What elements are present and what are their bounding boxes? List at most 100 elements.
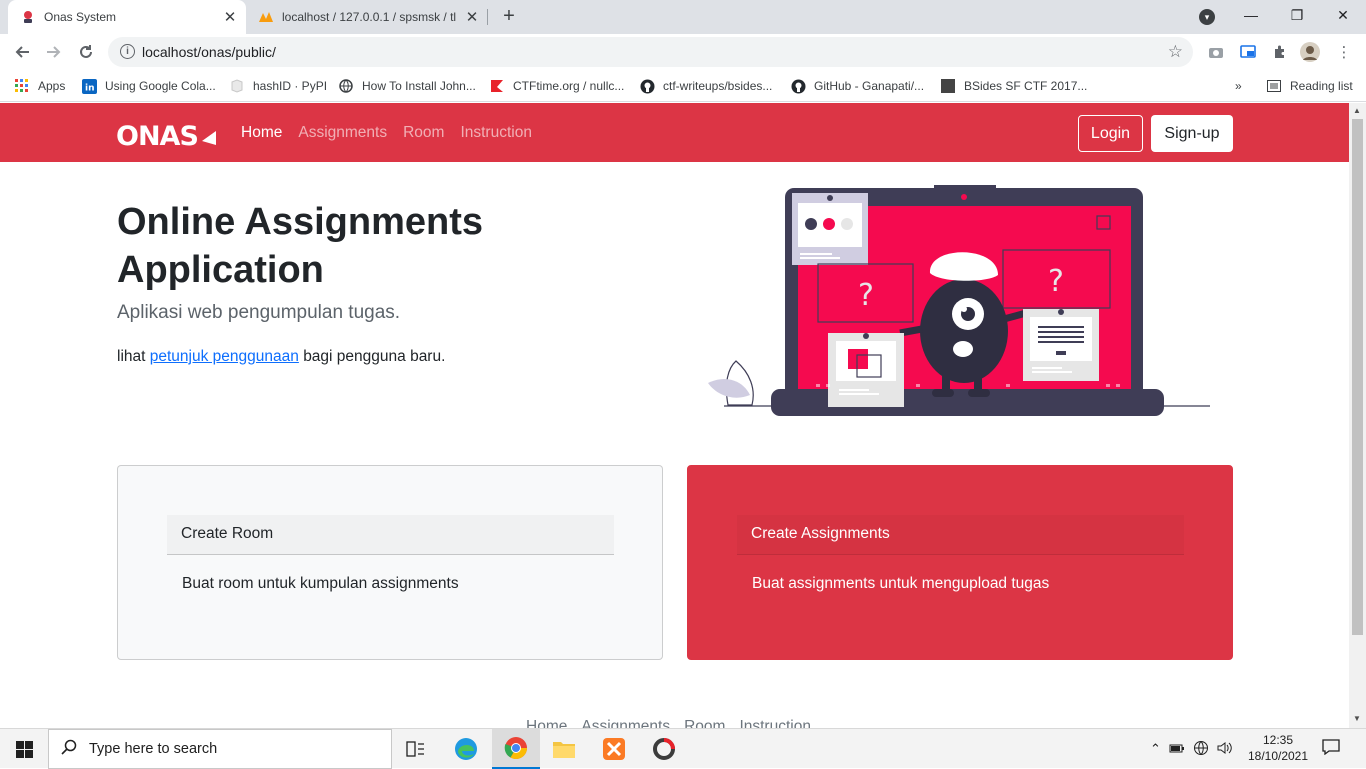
- taskbar-search-input[interactable]: Type here to search: [48, 729, 392, 769]
- bookmark-item[interactable]: ctf-writeups/bsides...: [639, 76, 772, 96]
- tab-strip: Onas System ✕ localhost / 127.0.0.1 / sp…: [0, 0, 1366, 34]
- bookmark-item[interactable]: CTFtime.org / nullc...: [489, 76, 624, 96]
- network-globe-icon[interactable]: [1193, 740, 1209, 759]
- nav-instruction[interactable]: Instruction: [460, 124, 532, 142]
- hero-illustration: ? ?: [706, 183, 1212, 423]
- xampp-icon: [603, 738, 625, 760]
- task-view-button[interactable]: [392, 729, 440, 769]
- bookmark-item[interactable]: in Using Google Cola...: [81, 76, 216, 96]
- pypi-icon: [229, 78, 245, 94]
- more-bookmarks-button[interactable]: »: [1235, 76, 1242, 96]
- tab-onas-system[interactable]: Onas System ✕: [8, 0, 246, 34]
- nav-assignments[interactable]: Assignments: [298, 124, 387, 142]
- bookmark-label: BSides SF CTF 2017...: [964, 79, 1088, 93]
- tab-phpmyadmin[interactable]: localhost / 127.0.0.1 / spsmsk / tl ✕: [250, 0, 488, 34]
- bookmark-item[interactable]: hashID · PyPI: [229, 76, 327, 96]
- scroll-down-icon[interactable]: ▼: [1353, 714, 1361, 723]
- profile-avatar[interactable]: [1300, 42, 1320, 62]
- window-controls: — ❐ ✕: [1228, 0, 1366, 34]
- hint-prefix: lihat: [117, 348, 146, 365]
- scroll-up-icon[interactable]: ▲: [1353, 106, 1361, 115]
- nav-home[interactable]: Home: [241, 124, 282, 142]
- start-button[interactable]: [0, 729, 48, 769]
- apps-grid-icon: [14, 78, 30, 94]
- page-icon: [940, 78, 956, 94]
- onas-logo[interactable]: ONAS: [116, 119, 218, 152]
- chrome-app[interactable]: [492, 729, 540, 769]
- nav-room[interactable]: Room: [403, 124, 444, 142]
- reading-list-button[interactable]: Reading list: [1266, 76, 1353, 96]
- create-room-card[interactable]: Create Room Buat room untuk kumpulan ass…: [117, 465, 663, 660]
- create-assignments-card[interactable]: Create Assignments Buat assignments untu…: [687, 465, 1233, 660]
- restore-button[interactable]: ❐: [1274, 0, 1320, 30]
- bookmark-item[interactable]: GitHub - Ganapati/...: [790, 76, 924, 96]
- windows-taskbar: Type here to search ⌃ 12:35 18/10/2021: [0, 728, 1366, 769]
- signup-button[interactable]: Sign-up: [1151, 115, 1233, 152]
- reload-icon[interactable]: [75, 41, 97, 63]
- menu-kebab-icon[interactable]: ⋮: [1334, 42, 1354, 62]
- bookmark-label: hashID · PyPI: [253, 79, 328, 93]
- minimize-button[interactable]: —: [1228, 0, 1274, 30]
- battery-icon[interactable]: [1169, 742, 1185, 757]
- card-body: Buat assignments untuk mengupload tugas: [752, 575, 1050, 592]
- show-hidden-icons-icon[interactable]: ⌃: [1150, 741, 1161, 757]
- bookmark-label: ctf-writeups/bsides...: [663, 79, 773, 93]
- bookmarks-bar: Apps in Using Google Cola... hashID · Py…: [0, 70, 1366, 102]
- footer-link-home[interactable]: Home: [526, 718, 567, 728]
- page-viewport: ONAS Home Assignments Room Instruction L…: [0, 103, 1349, 728]
- other-app[interactable]: [640, 729, 688, 769]
- new-tab-button[interactable]: +: [498, 5, 520, 27]
- close-window-button[interactable]: ✕: [1320, 0, 1366, 30]
- search-icon: [49, 739, 89, 760]
- tab-search-icon[interactable]: ▾: [1199, 9, 1215, 25]
- close-tab-icon[interactable]: ✕: [220, 7, 240, 27]
- bookmark-label: Apps: [38, 79, 66, 93]
- bookmark-label: GitHub - Ganapati/...: [814, 79, 925, 93]
- footer-link-assignments[interactable]: Assignments: [581, 718, 670, 728]
- taskbar-clock[interactable]: 12:35 18/10/2021: [1244, 732, 1312, 764]
- app-ring-icon: [653, 738, 675, 760]
- github-icon: [790, 78, 806, 94]
- tab-title: Onas System: [44, 10, 117, 24]
- login-button[interactable]: Login: [1078, 115, 1143, 152]
- system-tray: ⌃: [1150, 729, 1233, 769]
- edge-icon: [455, 738, 477, 760]
- site-info-icon[interactable]: i: [120, 44, 135, 59]
- reading-list-label: Reading list: [1290, 79, 1353, 93]
- onas-favicon-icon: [20, 9, 36, 25]
- hero-hint: lihat petunjuk penggunaan bagi pengguna …: [117, 348, 445, 366]
- back-icon[interactable]: [11, 41, 33, 63]
- scrollbar-thumb[interactable]: [1352, 119, 1363, 635]
- phpmyadmin-favicon-icon: [258, 9, 274, 25]
- tab-title: localhost / 127.0.0.1 / spsmsk / tl: [282, 10, 457, 24]
- xampp-app[interactable]: [590, 729, 638, 769]
- bookmark-label: How To Install John...: [362, 79, 476, 93]
- cast-icon[interactable]: [1238, 42, 1258, 62]
- forward-icon[interactable]: [43, 41, 65, 63]
- bookmark-label: CTFtime.org / nullc...: [513, 79, 625, 93]
- footer-link-room[interactable]: Room: [684, 718, 725, 728]
- search-placeholder: Type here to search: [89, 741, 218, 757]
- extensions-puzzle-icon[interactable]: [1270, 42, 1290, 62]
- bookmark-star-icon[interactable]: ☆: [1168, 42, 1183, 62]
- ctftime-icon: [489, 78, 505, 94]
- edge-app[interactable]: [442, 729, 490, 769]
- footer-link-instruction[interactable]: Instruction: [739, 718, 811, 728]
- page-scrollbar[interactable]: ▲ ▼: [1349, 103, 1366, 728]
- bookmark-apps[interactable]: Apps: [14, 76, 65, 96]
- notifications-icon[interactable]: [1322, 739, 1342, 759]
- card-header: Create Assignments: [737, 515, 1184, 555]
- close-tab-icon[interactable]: ✕: [462, 7, 482, 27]
- file-explorer-app[interactable]: [540, 729, 588, 769]
- folder-icon: [553, 742, 575, 758]
- bookmark-item[interactable]: How To Install John...: [338, 76, 476, 96]
- camera-icon[interactable]: [1206, 42, 1226, 62]
- task-view-icon: [406, 741, 424, 757]
- volume-icon[interactable]: [1217, 741, 1233, 758]
- svg-text:?: ?: [1048, 264, 1064, 299]
- address-bar[interactable]: i localhost/onas/public/ ☆: [108, 37, 1193, 67]
- browser-toolbar: i localhost/onas/public/ ☆ ⋮: [0, 34, 1366, 70]
- bookmark-item[interactable]: BSides SF CTF 2017...: [940, 76, 1087, 96]
- clock-time: 12:35: [1262, 733, 1294, 747]
- instructions-link[interactable]: petunjuk penggunaan: [150, 348, 299, 365]
